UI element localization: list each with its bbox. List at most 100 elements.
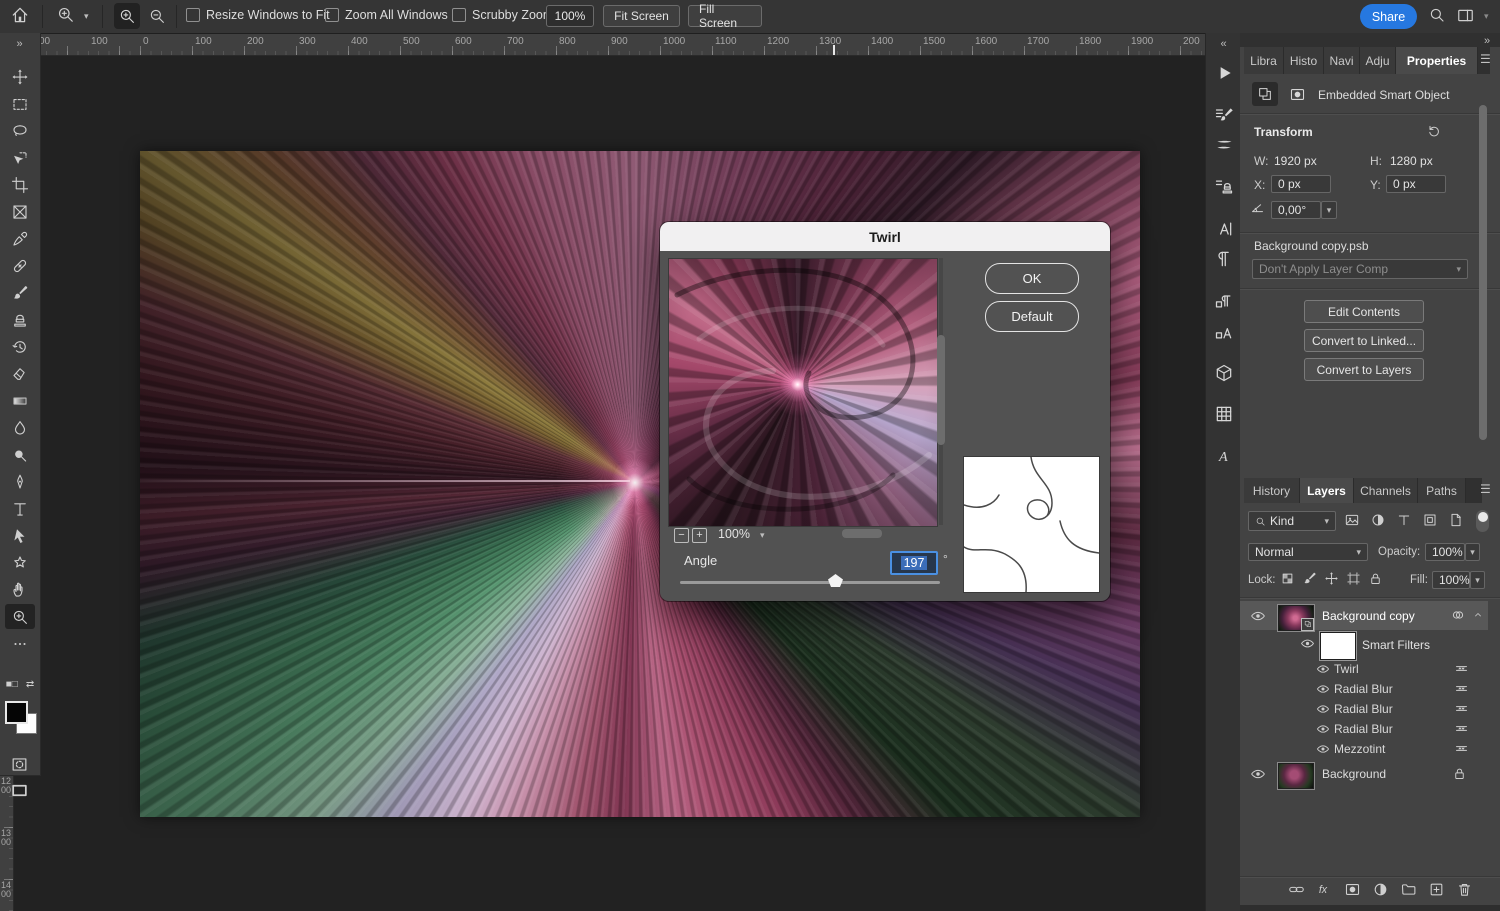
- zoom-tool[interactable]: [0, 603, 40, 630]
- layer-row-mezzotint[interactable]: Mezzotint: [1240, 739, 1488, 759]
- preview-zoom-chevron[interactable]: ▾: [760, 530, 765, 541]
- workspace-chevron[interactable]: ▾: [1484, 11, 1489, 22]
- tab-navi[interactable]: Navi: [1324, 47, 1360, 74]
- default-button[interactable]: Default: [985, 301, 1079, 332]
- actions-panel-icon[interactable]: [1206, 58, 1241, 88]
- mask-properties-icon[interactable]: [1284, 82, 1310, 106]
- preview-zoom-level[interactable]: 100%: [718, 527, 750, 541]
- visibility-eye-icon[interactable]: [1316, 702, 1330, 716]
- checkbox-zoom-all-windows[interactable]: Zoom All Windows: [325, 8, 448, 22]
- visibility-eye-icon[interactable]: [1316, 722, 1330, 736]
- lock-artboard-icon[interactable]: [1346, 571, 1361, 586]
- lock-move-icon[interactable]: [1324, 571, 1339, 586]
- foreground-color-swatch[interactable]: [5, 701, 28, 724]
- rotation-input[interactable]: 0,00°: [1271, 201, 1321, 219]
- tool-dropdown-chevron[interactable]: ▾: [84, 11, 89, 22]
- panels-collapse-icon[interactable]: »: [1484, 35, 1490, 47]
- visibility-eye-icon[interactable]: [1316, 742, 1330, 756]
- checkbox-box[interactable]: [186, 8, 200, 22]
- brush-tool[interactable]: [0, 279, 40, 306]
- tab-layers[interactable]: Layers: [1300, 478, 1354, 503]
- lock-lock-icon[interactable]: [1368, 571, 1383, 586]
- share-button[interactable]: Share: [1360, 4, 1417, 29]
- custom-shape-tool[interactable]: [0, 549, 40, 576]
- convert-to-layers-button[interactable]: Convert to Layers: [1304, 358, 1424, 381]
- path-selection-tool[interactable]: [0, 522, 40, 549]
- object-selection-tool[interactable]: [0, 144, 40, 171]
- properties-panel-menu-icon[interactable]: ☰: [1480, 52, 1491, 66]
- checkbox-scrubby-zoom[interactable]: Scrubby Zoom: [452, 8, 553, 22]
- smart-object-properties-icon[interactable]: [1252, 82, 1278, 106]
- layer-thumbnail[interactable]: [1278, 605, 1314, 631]
- crop-tool[interactable]: [0, 171, 40, 198]
- type-filter-filter-icon[interactable]: [1396, 512, 1412, 528]
- image-filter-icon[interactable]: [1344, 512, 1360, 528]
- ok-button[interactable]: OK: [985, 263, 1079, 294]
- folder-icon[interactable]: [1400, 881, 1417, 898]
- tab-channels[interactable]: Channels: [1354, 478, 1418, 503]
- tab-history[interactable]: History: [1244, 478, 1300, 503]
- opacity-input[interactable]: 100%: [1425, 543, 1465, 561]
- rotation-dropdown[interactable]: ▾: [1321, 201, 1337, 219]
- layer-row-background[interactable]: Background: [1240, 759, 1488, 789]
- frame-filter-filter-icon[interactable]: [1422, 512, 1438, 528]
- layer-row-radial-blur[interactable]: Radial Blur: [1240, 699, 1488, 719]
- visibility-eye-icon[interactable]: [1316, 662, 1330, 676]
- home-icon[interactable]: [10, 5, 30, 25]
- zoom-level-field[interactable]: 100%: [546, 5, 594, 27]
- clone-source-panel-icon[interactable]: [1206, 172, 1241, 202]
- lock-checkerboard-icon[interactable]: [1280, 571, 1295, 586]
- x-input[interactable]: 0 px: [1271, 175, 1331, 193]
- quick-mask-icon[interactable]: [10, 755, 29, 774]
- eyedropper-tool[interactable]: [0, 225, 40, 252]
- preview-horizontal-scrollbar[interactable]: [842, 529, 882, 538]
- zoom-out-button[interactable]: [148, 7, 166, 25]
- fill-dropdown[interactable]: ▾: [1470, 571, 1485, 589]
- brushes-panel-icon[interactable]: [1206, 130, 1241, 160]
- link-icon[interactable]: [1288, 881, 1305, 898]
- workspace-icon[interactable]: [1456, 6, 1475, 25]
- checkbox-resize-windows-to-fit[interactable]: Resize Windows to Fit: [186, 8, 330, 22]
- new-layer-icon[interactable]: [1428, 881, 1445, 898]
- filter-effects-icon[interactable]: [1450, 607, 1466, 623]
- type-tool[interactable]: [0, 495, 40, 522]
- pattern-panel-icon[interactable]: [1206, 399, 1241, 429]
- search-icon[interactable]: [1428, 6, 1446, 24]
- paragraph-panel-icon[interactable]: [1206, 244, 1241, 274]
- transform-reset-icon[interactable]: [1426, 123, 1442, 139]
- gradient-tool[interactable]: [0, 387, 40, 414]
- lasso-tool[interactable]: [0, 117, 40, 144]
- smart-filters-thumbnail[interactable]: [1320, 632, 1356, 660]
- toolbar-collapse-icon[interactable]: »: [0, 33, 40, 55]
- eraser-tool[interactable]: [0, 360, 40, 387]
- zoom-out-preview-button[interactable]: −: [674, 528, 689, 543]
- visibility-eye-icon[interactable]: [1316, 682, 1330, 696]
- angle-input[interactable]: 197: [890, 551, 938, 575]
- fx-icon[interactable]: fx: [1316, 881, 1333, 898]
- character-panel-icon[interactable]: [1206, 214, 1241, 244]
- visibility-eye-icon[interactable]: [1300, 636, 1315, 651]
- layer-row-radial-blur[interactable]: Radial Blur: [1240, 679, 1488, 699]
- history-brush-tool[interactable]: [0, 333, 40, 360]
- character-styles-panel-icon[interactable]: [1206, 317, 1241, 347]
- collapse-chevron-icon[interactable]: [1472, 609, 1484, 621]
- tab-paths[interactable]: Paths: [1418, 478, 1466, 503]
- dodge-tool[interactable]: [0, 441, 40, 468]
- layer-row-smart-filters[interactable]: Smart Filters: [1240, 630, 1488, 659]
- pen-tool[interactable]: [0, 468, 40, 495]
- zoom-tool-icon[interactable]: [56, 5, 75, 24]
- tab-libra[interactable]: Libra: [1244, 47, 1284, 74]
- rectangular-marquee-tool[interactable]: [0, 90, 40, 117]
- screen-mode-icon[interactable]: [10, 781, 29, 800]
- preview-vertical-scrollbar[interactable]: [937, 335, 945, 445]
- layer-filter-kind-dropdown[interactable]: Kind ▾: [1248, 511, 1336, 531]
- filter-blend-options-icon[interactable]: [1454, 661, 1469, 676]
- zoom-in-preview-button[interactable]: +: [692, 528, 707, 543]
- fill-screen-button[interactable]: Fill Screen: [688, 5, 762, 27]
- properties-scrollbar[interactable]: [1479, 105, 1487, 440]
- adjustment-filter-icon[interactable]: [1370, 512, 1386, 528]
- dialog-title[interactable]: Twirl: [660, 222, 1110, 251]
- 3d-panel-icon[interactable]: [1206, 358, 1241, 388]
- layers-panel-menu-icon[interactable]: ☰: [1480, 482, 1491, 496]
- paragraph-styles-panel-icon[interactable]: [1206, 286, 1241, 316]
